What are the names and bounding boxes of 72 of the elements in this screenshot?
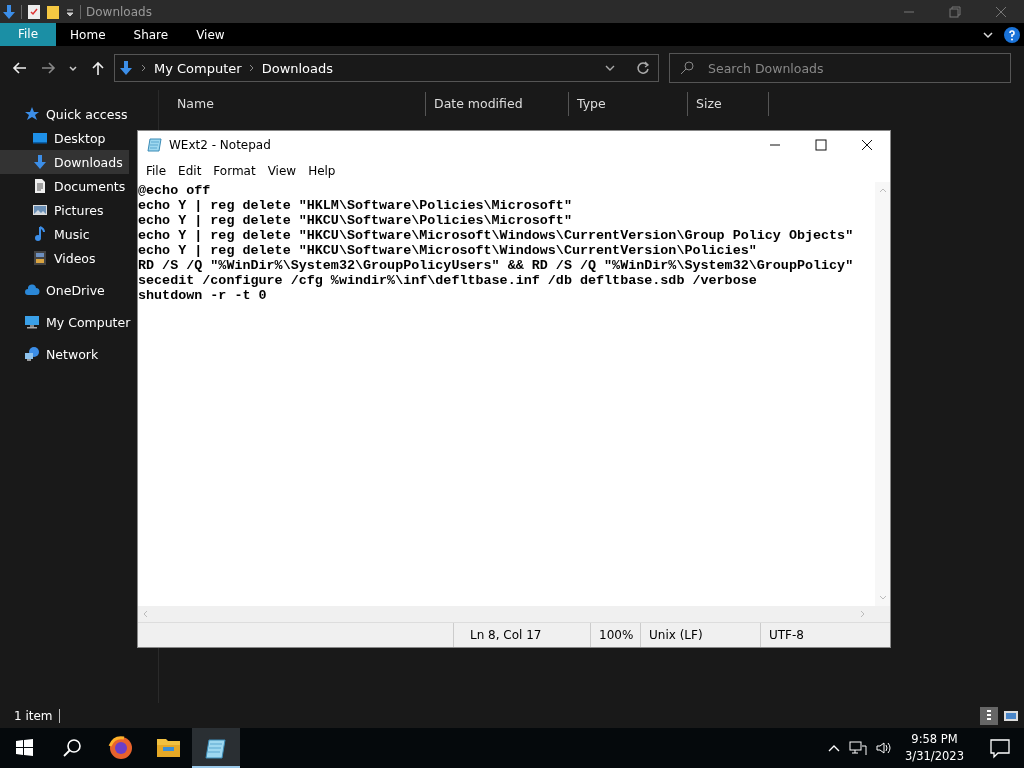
nav-item[interactable]: Videos (0, 246, 102, 270)
nav-item[interactable]: OneDrive (0, 278, 111, 302)
forward-arrow-icon[interactable] (40, 60, 56, 76)
properties-icon[interactable] (27, 3, 41, 20)
code-line: echo Y | reg delete "HKCU\Software\Policies\Microsoft" (138, 213, 573, 228)
code-line: @echo off (138, 183, 212, 198)
code-line: RD /S /Q "%WinDir%\System32\GroupPolicyUsers" && RD /S /Q "%WinDir%\System32\GroupPolicy" (138, 258, 855, 273)
speaker-icon[interactable] (875, 740, 894, 756)
ribbon-tab[interactable]: View (182, 27, 239, 42)
help-icon[interactable] (1004, 26, 1020, 43)
up-arrow-icon[interactable] (90, 60, 106, 76)
status-text: UTF-8 (768, 627, 805, 644)
window-title: WExt2 - Notepad (169, 138, 271, 152)
cloud-icon (24, 282, 40, 298)
search-icon (679, 60, 695, 76)
search-field[interactable]: Search Downloads (669, 53, 1011, 83)
picture-icon (32, 202, 48, 218)
code-line: secedit /configure /cfg %windir%\inf\defltbase.inf /db defltbase.sdb /verbose (138, 273, 758, 288)
status-text: Unix (LF) (641, 623, 761, 647)
nav-item[interactable]: Downloads (0, 150, 129, 174)
network-icon (24, 346, 40, 362)
network-icon[interactable] (849, 740, 868, 756)
column-header[interactable]: Date modified (426, 92, 569, 116)
nav-item[interactable]: Desktop (0, 126, 112, 150)
nav-item[interactable]: Network (0, 342, 105, 366)
back-arrow-icon[interactable] (12, 60, 28, 76)
film-icon (32, 250, 48, 266)
clock-time: 9:58 PM (911, 731, 958, 748)
nav-item[interactable]: Documents (0, 174, 132, 198)
code-line: echo Y | reg delete "HKCU\Software\Microsoft\Windows\CurrentVersion\Policies" (138, 243, 758, 258)
menu-item[interactable]: Help (302, 163, 342, 178)
breadcrumb[interactable]: My Computer (154, 60, 242, 76)
nav-item[interactable]: Pictures (0, 198, 110, 222)
download-arrow-icon (2, 3, 16, 20)
computer-icon (24, 314, 40, 330)
menu-item[interactable]: File (140, 163, 173, 178)
column-header[interactable]: Type (569, 92, 688, 116)
code-line: shutdown -r -t 0 (138, 288, 268, 303)
ribbon-tab[interactable]: Share (119, 27, 183, 42)
menu-item[interactable]: Format (207, 163, 262, 178)
nav-item[interactable]: Quick access (0, 102, 134, 126)
menu-item[interactable]: Edit (172, 163, 208, 178)
file-tab[interactable]: File (0, 23, 57, 46)
status-text: 100% (591, 623, 641, 647)
address-bar[interactable]: My Computer Downloads (114, 54, 659, 82)
nav-item[interactable]: Music (0, 222, 96, 246)
code-line: echo Y | reg delete "HKCU\Software\Microsoft\Windows\CurrentVersion\Group Policy Objects" (138, 228, 855, 243)
download-arrow-icon (32, 154, 48, 170)
breadcrumb[interactable]: Downloads (261, 60, 334, 76)
chevron-right-icon (247, 63, 256, 73)
folder-icon[interactable] (46, 3, 60, 20)
notepad-icon (147, 137, 163, 153)
column-header[interactable]: Size (688, 92, 769, 116)
details-view-icon[interactable] (980, 706, 998, 725)
chevron-right-icon (140, 63, 148, 73)
document-icon (32, 178, 48, 194)
desktop-icon (32, 130, 48, 146)
column-header[interactable]: Name (169, 92, 426, 116)
music-note-icon (32, 226, 48, 242)
refresh-icon[interactable] (636, 61, 650, 75)
window-title: Downloads (86, 4, 152, 19)
menu-item[interactable]: View (261, 163, 303, 178)
status-text: Ln 8, Col 17 (454, 623, 591, 647)
nav-item[interactable]: My Computer (0, 310, 137, 334)
clock-date: 3/31/2023 (905, 748, 964, 765)
ribbon-tab[interactable]: Home (56, 27, 120, 42)
clock[interactable]: 9:58 PM 3/31/2023 (901, 731, 968, 765)
download-arrow-icon (118, 60, 134, 76)
taskbar-app-button[interactable] (192, 728, 240, 768)
status-text: 1 item (14, 708, 60, 723)
star-icon (24, 106, 40, 122)
code-line: echo Y | reg delete "HKLM\Software\Policies\Microsoft" (138, 198, 573, 213)
